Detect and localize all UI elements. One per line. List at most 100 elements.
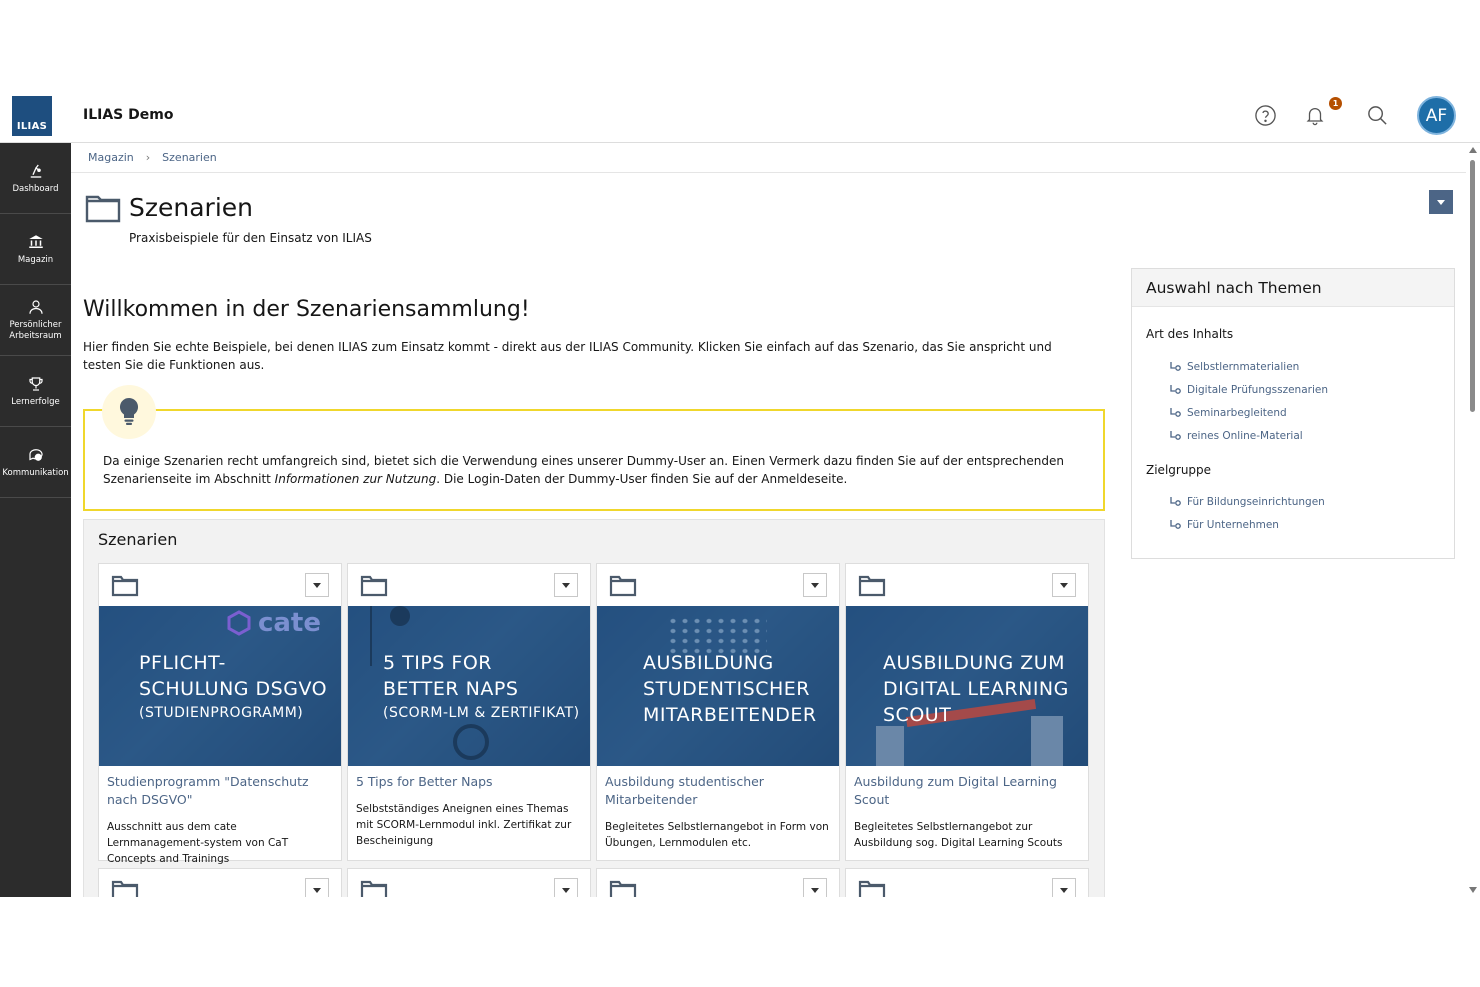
- themes-link-label: reines Online-Material: [1187, 430, 1303, 442]
- folder-icon: [111, 880, 139, 897]
- card-actions-dropdown[interactable]: [305, 878, 329, 897]
- card-actions-dropdown[interactable]: [554, 878, 578, 897]
- caret-down-icon: [811, 582, 819, 588]
- caret-down-icon: [1060, 582, 1068, 588]
- callout-text-part: . Die Login-Daten der Dummy-User finden …: [436, 472, 848, 486]
- search-button[interactable]: [1364, 102, 1390, 128]
- card-actions-dropdown[interactable]: [554, 573, 578, 597]
- folder-icon: [858, 575, 886, 597]
- app-title: ILIAS Demo: [83, 107, 174, 123]
- themes-group-label: Zielgruppe: [1146, 463, 1212, 477]
- scrollbar-thumb[interactable]: [1470, 160, 1475, 412]
- card-title-link[interactable]: Studienprogramm "Datenschutz nach DSGVO": [107, 773, 333, 809]
- card-image[interactable]: cate PFLICHT- SCHULUNG DSGVO (STUDIENPRO…: [99, 606, 341, 766]
- logo-text: ILIAS: [16, 121, 48, 132]
- card-image[interactable]: AUSBILDUNG ZUM DIGITAL LEARNING SCOUT: [846, 606, 1088, 766]
- link-arrow-icon: [1170, 362, 1181, 371]
- card-header: [348, 564, 590, 606]
- themes-link[interactable]: Digitale Prüfungsszenarien: [1170, 384, 1328, 396]
- card-title-link[interactable]: 5 Tips for Better Naps: [356, 773, 582, 791]
- scenario-card[interactable]: [347, 868, 591, 897]
- breadcrumb-item-szenarien[interactable]: Szenarien: [162, 151, 217, 164]
- card-image-line: BETTER NAPS: [383, 678, 519, 700]
- cate-logo-text: cate: [257, 608, 321, 638]
- scenario-card[interactable]: [845, 868, 1089, 897]
- dashboard-icon: [30, 164, 41, 178]
- card-description: Selbstständiges Aneignen eines Themas mi…: [356, 803, 572, 847]
- welcome-heading: Willkommen in der Szenariensammlung!: [83, 297, 530, 322]
- user-avatar[interactable]: AF: [1417, 96, 1456, 135]
- notification-badge: 1: [1329, 97, 1342, 110]
- sidebar-item-dashboard[interactable]: Dashboard: [0, 143, 71, 214]
- sidebar-item-magazin[interactable]: Magazin: [0, 214, 71, 285]
- card-description: Ausschnitt aus dem cate Lernmanagement-s…: [107, 821, 289, 865]
- themes-link[interactable]: reines Online-Material: [1170, 430, 1303, 442]
- help-icon: [1254, 104, 1276, 126]
- card-image-line: PFLICHT-: [139, 652, 226, 674]
- link-arrow-icon: [1170, 431, 1181, 440]
- scroll-up-arrow-icon[interactable]: [1469, 147, 1477, 153]
- caret-down-icon: [313, 582, 321, 588]
- sidebar-item-label: Lernerfolge: [11, 396, 60, 407]
- caret-down-icon: [1437, 199, 1445, 205]
- page-actions-dropdown[interactable]: [1429, 190, 1453, 214]
- themes-link-label: Selbstlernmaterialien: [1187, 361, 1300, 373]
- card-description: Begleitetes Selbstlernangebot zur Ausbil…: [854, 821, 1063, 849]
- card-image-sub: (SCORM-LM & ZERTIFIKAT): [383, 705, 580, 721]
- header: ILIAS ILIAS Demo 1 AF: [0, 88, 1480, 143]
- card-actions-dropdown[interactable]: [1052, 878, 1076, 897]
- scenario-card[interactable]: 5 TIPS FOR BETTER NAPS (SCORM-LM & ZERTI…: [347, 563, 591, 861]
- themes-link[interactable]: Seminarbegleitend: [1170, 407, 1287, 419]
- card-actions-dropdown[interactable]: [803, 573, 827, 597]
- folder-icon: [609, 880, 637, 897]
- lightbulb-icon: [102, 385, 156, 439]
- callout-text-italic: Informationen zur Nutzung: [274, 472, 437, 486]
- scenario-card[interactable]: [596, 868, 840, 897]
- sidebar-item-label: Magazin: [17, 254, 54, 265]
- bell-icon: [1306, 108, 1324, 126]
- themes-link[interactable]: Für Unternehmen: [1170, 519, 1279, 531]
- card-image-line: SCHULUNG DSGVO: [139, 678, 328, 700]
- scenario-card[interactable]: AUSBILDUNG STUDENTISCHER MITARBEITENDER …: [596, 563, 840, 861]
- sidebar-item-achievements[interactable]: Lernerfolge: [0, 356, 71, 427]
- scroll-down-arrow-icon[interactable]: [1469, 887, 1477, 893]
- scenario-card[interactable]: cate PFLICHT- SCHULUNG DSGVO (STUDIENPRO…: [98, 563, 342, 865]
- themes-link[interactable]: Für Bildungseinrichtungen: [1170, 496, 1325, 508]
- link-arrow-icon: [1170, 520, 1181, 529]
- scenario-card[interactable]: [98, 868, 342, 897]
- main-content: Szenarien Praxisbeispiele für den Einsat…: [71, 173, 1466, 897]
- sidebar-item-communication[interactable]: Kommunikation: [0, 427, 71, 498]
- main-sidebar: Dashboard Magazin Persönlicher Arbeitsra…: [0, 143, 71, 897]
- breadcrumb-item-magazin[interactable]: Magazin: [88, 151, 134, 164]
- repository-icon: [28, 234, 43, 248]
- scrollbar[interactable]: [1466, 143, 1480, 897]
- caret-down-icon: [313, 887, 321, 893]
- card-image-line: MITARBEITENDER: [643, 704, 817, 726]
- ilias-logo[interactable]: ILIAS: [12, 96, 52, 136]
- folder-icon: [360, 575, 388, 597]
- card-actions-dropdown[interactable]: [1052, 573, 1076, 597]
- card-header: [846, 564, 1088, 606]
- notifications-button[interactable]: [1302, 102, 1328, 128]
- card-image[interactable]: 5 TIPS FOR BETTER NAPS (SCORM-LM & ZERTI…: [348, 606, 590, 766]
- card-actions-dropdown[interactable]: [803, 878, 827, 897]
- card-title-link[interactable]: Ausbildung zum Digital Learning Scout: [854, 773, 1080, 809]
- themes-link[interactable]: Selbstlernmaterialien: [1170, 361, 1299, 373]
- caret-down-icon: [562, 582, 570, 588]
- card-actions-dropdown[interactable]: [305, 573, 329, 597]
- link-arrow-icon: [1170, 497, 1181, 506]
- themes-panel: Auswahl nach Themen Art des Inhalts Selb…: [1131, 268, 1455, 559]
- themes-link-label: Für Unternehmen: [1187, 519, 1279, 531]
- card-image[interactable]: AUSBILDUNG STUDENTISCHER MITARBEITENDER: [597, 606, 839, 766]
- scenario-card[interactable]: AUSBILDUNG ZUM DIGITAL LEARNING SCOUT Au…: [845, 563, 1089, 861]
- card-description: Begleitetes Selbstlernangebot in Form vo…: [605, 821, 829, 849]
- card-title-link[interactable]: Ausbildung studentischer Mitarbeitender: [605, 773, 831, 809]
- themes-link-label: Seminarbegleitend: [1187, 407, 1287, 419]
- intro-text: Hier finden Sie echte Beispiele, bei den…: [83, 340, 1052, 372]
- caret-down-icon: [562, 887, 570, 893]
- chat-icon: [28, 448, 43, 461]
- trophy-icon: [28, 376, 43, 391]
- sidebar-item-personal-workspace[interactable]: Persönlicher Arbeitsraum: [0, 285, 71, 356]
- help-button[interactable]: [1252, 102, 1278, 128]
- person-icon: [28, 300, 43, 314]
